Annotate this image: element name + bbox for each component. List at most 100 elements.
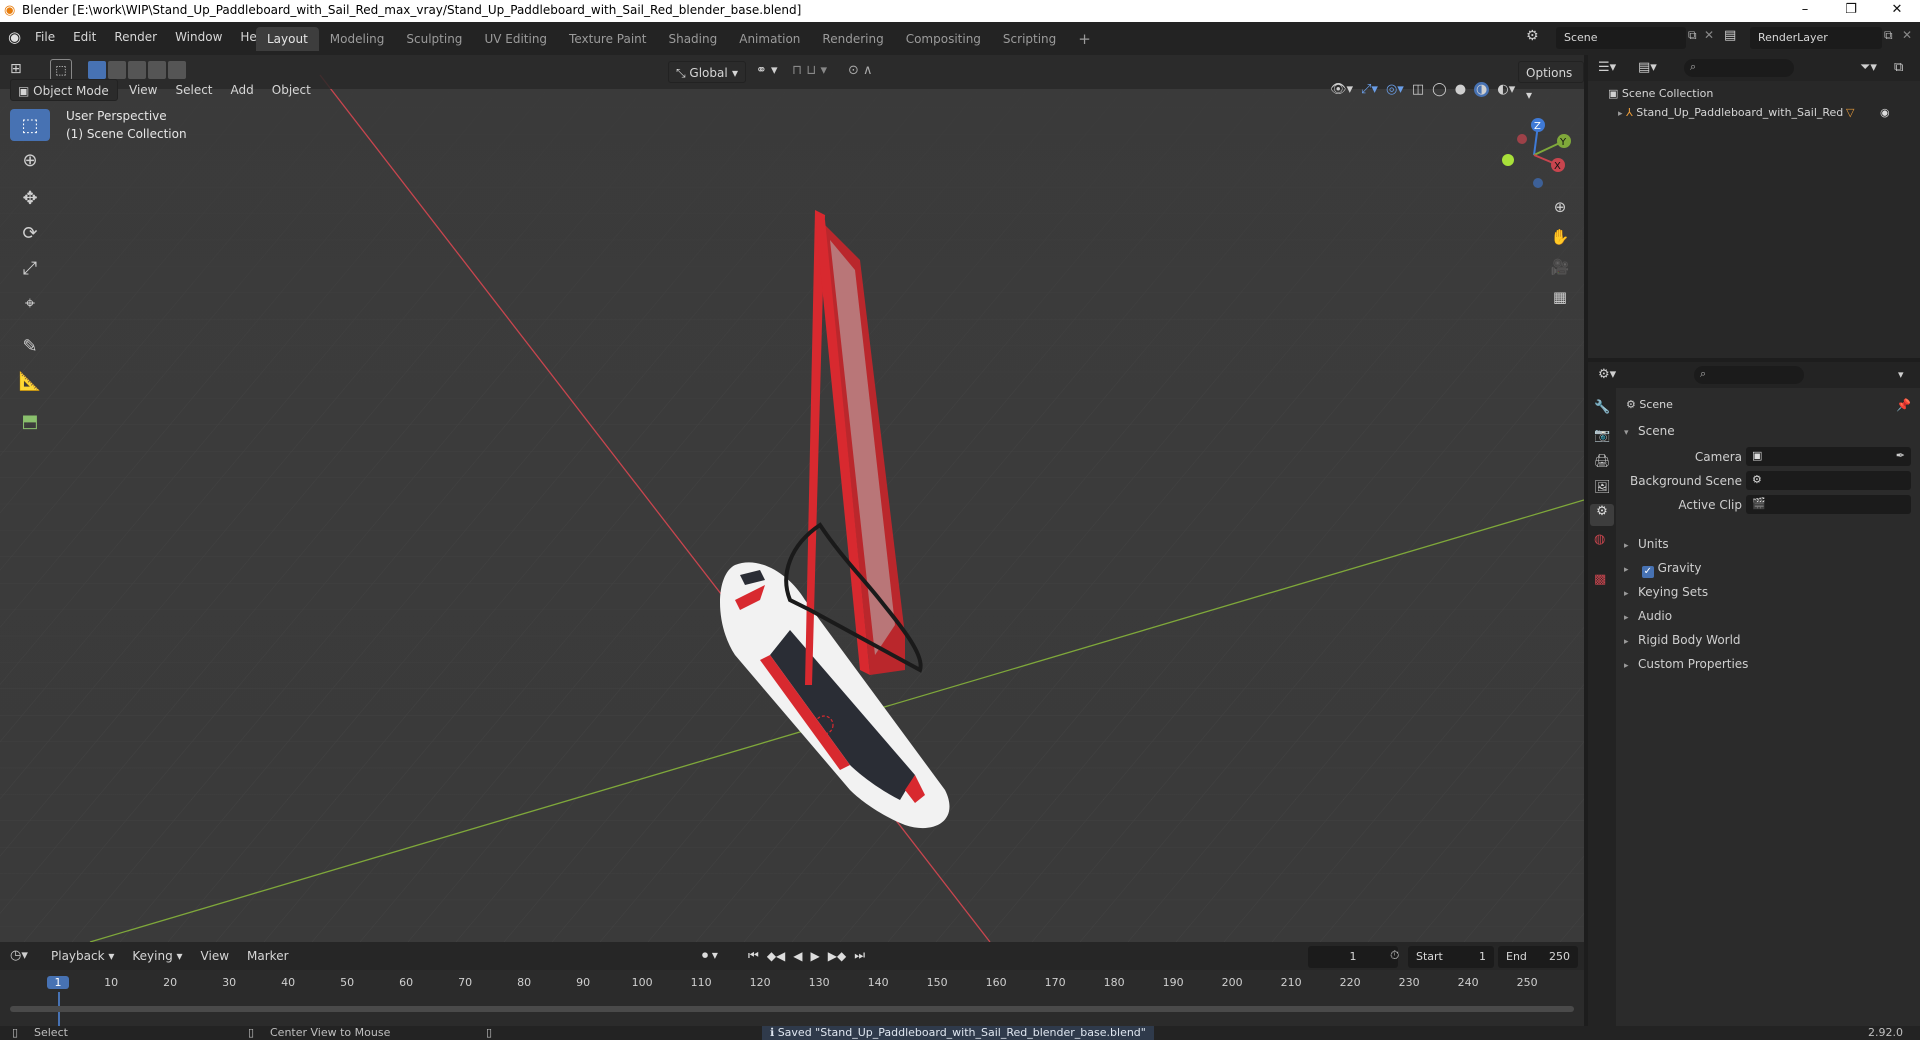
select-invert-icon[interactable] [148,61,166,79]
gravity-checkbox[interactable]: ✓ [1641,566,1654,578]
camera-field[interactable]: ▣ ✒ [1746,447,1911,466]
tab-rendering[interactable]: Rendering [811,27,894,51]
units-panel-header[interactable]: ▸ Units [1624,537,1669,551]
play-reverse-icon[interactable]: ◀ [793,949,802,963]
delete-scene-icon[interactable]: ✕ [1704,28,1714,42]
view-layer-icon[interactable]: ▤ [1724,28,1736,43]
end-frame-field[interactable]: End 250 [1498,946,1578,968]
object-mode-dropdown[interactable]: ▣ Object Mode ▾ [10,79,118,120]
prev-keyframe-icon[interactable]: ◆◀ [767,949,785,963]
eye-icon[interactable]: ◉ [1880,106,1890,119]
outliner-editor-icon[interactable]: ☰▾ [1598,60,1616,75]
wireframe-shading-icon[interactable]: ◯ [1432,82,1447,97]
renderlayer-field[interactable]: RenderLayer [1750,27,1882,49]
object-data-icon[interactable]: ▽ [1846,106,1854,119]
tool-rotate[interactable]: ⟳ [10,217,50,249]
tool-measure[interactable]: 📐 [10,365,50,397]
outliner-search-input[interactable]: ⌕ [1684,59,1794,77]
jump-start-icon[interactable]: ⏮ [748,948,759,963]
rigid-body-world-panel-header[interactable]: ▸ Rigid Body World [1624,633,1741,647]
tab-modeling[interactable]: Modeling [319,27,396,51]
current-frame-marker[interactable]: 1 [47,976,69,989]
solid-shading-icon[interactable]: ● [1455,82,1466,97]
viewport-menu-add[interactable]: Add [224,79,261,101]
active-clip-field[interactable]: 🎬 [1746,495,1911,514]
close-button[interactable]: ✕ [1874,0,1920,22]
gizmo-neg-x-icon[interactable] [1517,134,1527,144]
tab-scripting[interactable]: Scripting [992,27,1067,51]
maximize-button[interactable]: ❐ [1828,0,1874,22]
zoom-button[interactable]: ⊕ [1546,193,1574,221]
filter-icon[interactable]: ⏷▾ [1860,60,1877,75]
new-layer-icon[interactable]: ⧉ [1884,28,1893,43]
outliner-item-row[interactable]: ▸ ⅄ Stand_Up_Paddleboard_with_Sail_Red ▽… [1618,106,1918,119]
scene-section-header[interactable]: ▾ Scene [1624,424,1675,438]
timeline-ruler[interactable]: 1 10 20 30 40 50 60 70 80 90 100 110 120 130 140 150 160… [0,970,1584,1026]
add-workspace-button[interactable]: + [1067,27,1102,51]
3d-viewport[interactable]: ⊞ ⬚ ⤡ Global ▾ ⚭ ▾ ⊓ ⊔ ▾ ⊙ ∧ Options ▾ ▣ … [0,55,1584,942]
menu-render[interactable]: Render [105,26,166,48]
custom-properties-panel-header[interactable]: ▸ Custom Properties [1624,657,1748,671]
ortho-toggle-button[interactable]: ▦ [1546,283,1574,311]
menu-window[interactable]: Window [166,26,231,48]
display-mode-icon[interactable]: ▤▾ [1638,60,1657,75]
record-icon[interactable]: ⏺ ▾ [702,948,718,963]
timeline-menu-view[interactable]: View [194,945,236,967]
editor-type-icon[interactable]: ⊞ [10,61,22,77]
visibility-icon[interactable]: 👁▾ [1330,82,1353,97]
viewport-menu-object[interactable]: Object [265,79,318,101]
tool-transform[interactable]: ⌖ [10,287,50,319]
tool-select-box[interactable]: ⬚ [10,109,50,141]
next-keyframe-icon[interactable]: ▶◆ [828,949,846,963]
menu-file[interactable]: File [26,26,64,48]
tool-add-cube[interactable]: ⬒ [10,405,50,437]
timeline-menu-marker[interactable]: Marker [240,945,295,967]
scene-icon[interactable]: ⚙ [1526,28,1539,44]
select-extend-icon[interactable] [108,61,126,79]
viewport-menu-select[interactable]: Select [168,79,219,101]
timeline-editor-icon[interactable]: ◷▾ [10,948,28,963]
new-collection-icon[interactable]: ⧉ [1894,60,1903,75]
blender-menu-icon[interactable]: ◉ [8,28,21,46]
material-shading-icon[interactable]: ◑ [1474,82,1490,97]
snap-icon[interactable]: ⊓ ⊔ ▾ [792,63,827,78]
select-subtract-icon[interactable] [128,61,146,79]
jump-end-icon[interactable]: ⏭ [854,948,865,963]
eyedropper-icon[interactable]: ✒ [1896,449,1905,462]
tool-scale[interactable]: ⤢ [10,252,50,284]
tab-compositing[interactable]: Compositing [895,27,992,51]
tab-shading[interactable]: Shading [657,27,728,51]
camera-view-button[interactable]: 🎥 [1546,253,1574,281]
properties-search-input[interactable]: ⌕ [1694,366,1804,384]
proportional-edit-icon[interactable]: ⊙ ∧ [848,63,873,78]
xray-icon[interactable]: ◫ [1412,82,1424,97]
gizmo-neg-y-icon[interactable] [1502,154,1514,166]
background-scene-field[interactable]: ⚙ [1746,471,1911,490]
outliner-root-row[interactable]: ▣ Scene Collection [1608,87,1713,100]
tool-cursor[interactable]: ⊕ [10,144,50,176]
timeline-menu-playback[interactable]: Playback ▾ [44,945,121,967]
tab-uv-editing[interactable]: UV Editing [473,27,558,51]
play-icon[interactable]: ▶ [811,949,820,963]
texture-tab-icon[interactable]: ▩ [1594,572,1606,587]
transform-orientation-dropdown[interactable]: ⤡ Global ▾ [668,61,746,83]
gizmo-neg-z-icon[interactable] [1533,178,1543,188]
menu-edit[interactable]: Edit [64,26,105,48]
new-scene-icon[interactable]: ⧉ [1688,28,1697,43]
expand-icon[interactable]: ▸ [1618,109,1623,119]
properties-editor-icon[interactable]: ⚙▾ [1598,367,1616,382]
delete-layer-icon[interactable]: ✕ [1902,28,1912,42]
tool-move[interactable]: ✥ [10,182,50,214]
viewport-menu-view[interactable]: View [122,79,164,101]
tab-texture-paint[interactable]: Texture Paint [558,27,657,51]
tool-tab-icon[interactable]: 🔧 [1594,400,1610,415]
pin-icon[interactable]: 📌 [1896,398,1911,412]
navigation-gizmo[interactable]: Z Y X [1494,109,1574,189]
overlay-icon[interactable]: ◎▾ [1386,82,1404,97]
select-new-icon[interactable] [88,61,106,79]
tool-annotate[interactable]: ✎ [10,330,50,362]
gravity-panel-header[interactable]: ▸ ✓ Gravity [1624,561,1701,578]
world-tab-icon[interactable]: ◍ [1594,532,1605,547]
stopwatch-icon[interactable]: ⏱ [1390,948,1399,963]
start-frame-field[interactable]: Start 1 [1408,946,1494,968]
